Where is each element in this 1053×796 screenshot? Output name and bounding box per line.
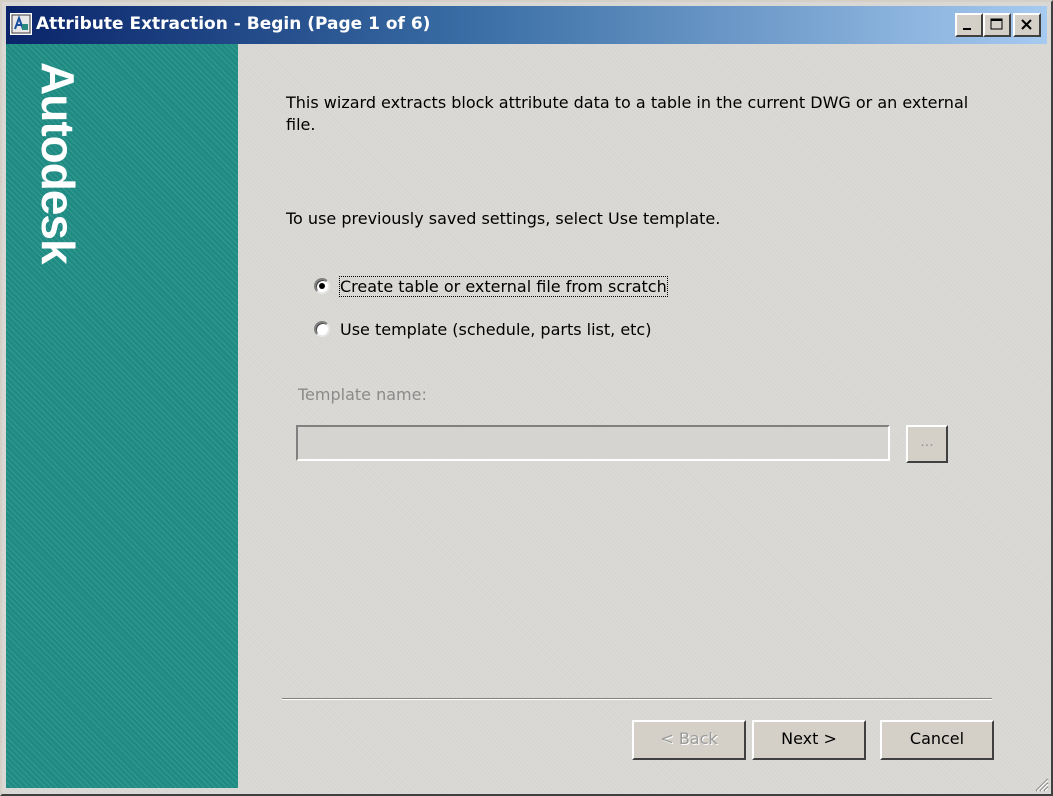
- wizard-window: Attribute Extraction - Begin (Page 1 of …: [0, 0, 1053, 796]
- radio-label-create[interactable]: Create table or external file from scrat…: [339, 275, 668, 297]
- radio-use-template[interactable]: Use template (schedule, parts list, etc): [314, 317, 651, 341]
- button-separator: [282, 698, 992, 700]
- close-button[interactable]: [1013, 13, 1041, 37]
- maximize-button[interactable]: [983, 13, 1011, 37]
- autodesk-logo: Autodesk: [32, 62, 84, 264]
- next-button[interactable]: Next >: [752, 720, 866, 760]
- window-title: Attribute Extraction - Begin (Page 1 of …: [36, 14, 431, 34]
- minimize-icon: [963, 28, 971, 30]
- template-name-label: Template name:: [298, 385, 427, 404]
- radio-create-from-scratch[interactable]: Create table or external file from scrat…: [314, 274, 668, 298]
- wizard-content: This wizard extracts block attribute dat…: [238, 44, 1048, 788]
- cancel-button[interactable]: Cancel: [880, 720, 994, 760]
- app-icon[interactable]: [10, 13, 32, 35]
- wizard-description: This wizard extracts block attribute dat…: [286, 93, 969, 134]
- browse-button[interactable]: ...: [906, 425, 948, 463]
- template-name-field[interactable]: [296, 425, 890, 461]
- radio-button-unselected[interactable]: [314, 321, 330, 337]
- radio-button-selected[interactable]: [314, 278, 330, 294]
- maximize-icon: [990, 18, 1003, 30]
- close-icon: [1021, 19, 1032, 30]
- radio-label-template[interactable]: Use template (schedule, parts list, etc): [340, 320, 651, 339]
- minimize-button[interactable]: [955, 13, 983, 37]
- back-button[interactable]: < Back: [632, 720, 746, 760]
- template-hint: To use previously saved settings, select…: [286, 209, 721, 228]
- resize-grip-icon[interactable]: [1031, 774, 1049, 792]
- title-bar[interactable]: Attribute Extraction - Begin (Page 1 of …: [6, 6, 1047, 44]
- brand-sidebar: Autodesk: [6, 44, 238, 788]
